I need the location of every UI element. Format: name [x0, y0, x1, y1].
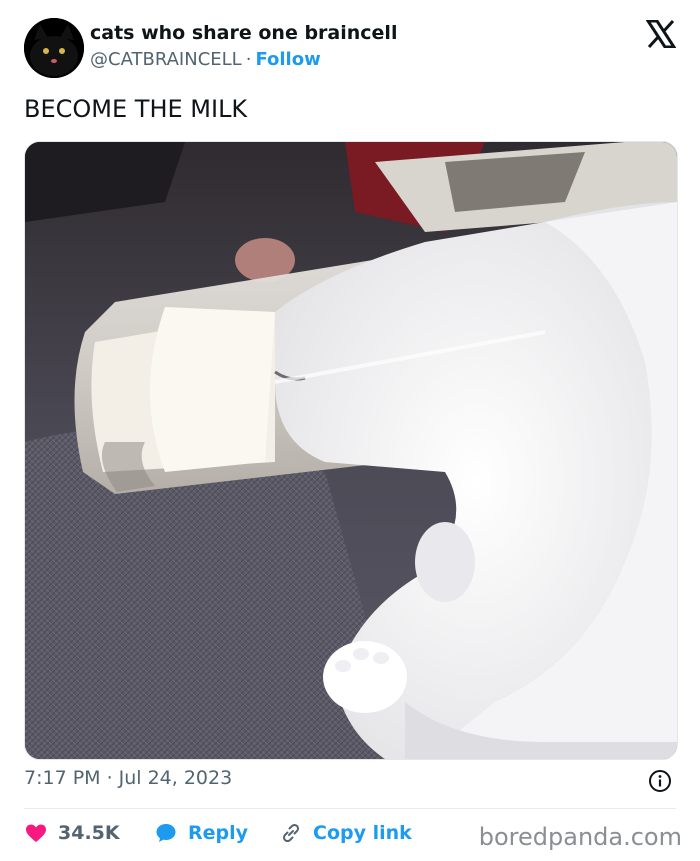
- copy-link-button[interactable]: Copy link: [279, 818, 412, 848]
- x-logo-icon[interactable]: [646, 20, 676, 48]
- boredpanda-watermark: boredpanda.com: [478, 823, 682, 851]
- heart-icon: [26, 824, 46, 842]
- tweet-text: BECOME THE MILK: [24, 95, 248, 123]
- black-cat-avatar-icon: [24, 18, 84, 78]
- cat-milk-photo: [25, 142, 677, 759]
- link-icon: [282, 823, 300, 843]
- info-icon[interactable]: [648, 769, 672, 793]
- avatar[interactable]: [24, 18, 84, 78]
- handle-row: @CATBRAINCELL · Follow: [90, 49, 321, 70]
- account-name[interactable]: cats who share one braincell: [90, 22, 397, 44]
- tweet-media[interactable]: [24, 141, 678, 760]
- like-button[interactable]: 34.5K: [24, 818, 120, 848]
- account-handle[interactable]: @CATBRAINCELL: [90, 49, 242, 70]
- reply-button[interactable]: Reply: [154, 818, 248, 848]
- tweet-meta: 7:17 PM · Jul 24, 2023: [24, 767, 232, 789]
- meta-separator: ·: [106, 767, 113, 789]
- follow-button[interactable]: Follow: [255, 49, 320, 70]
- tweet-header: cats who share one braincell @CATBRAINCE…: [24, 18, 676, 80]
- reply-bubble-icon: [156, 824, 176, 842]
- copy-link-label: Copy link: [313, 822, 412, 844]
- tweet-time[interactable]: 7:17 PM: [24, 767, 101, 789]
- like-count: 34.5K: [58, 822, 120, 844]
- handle-separator: ·: [245, 49, 252, 70]
- reply-label: Reply: [188, 822, 249, 844]
- tweet-date[interactable]: Jul 24, 2023: [119, 767, 233, 789]
- divider: [24, 808, 676, 809]
